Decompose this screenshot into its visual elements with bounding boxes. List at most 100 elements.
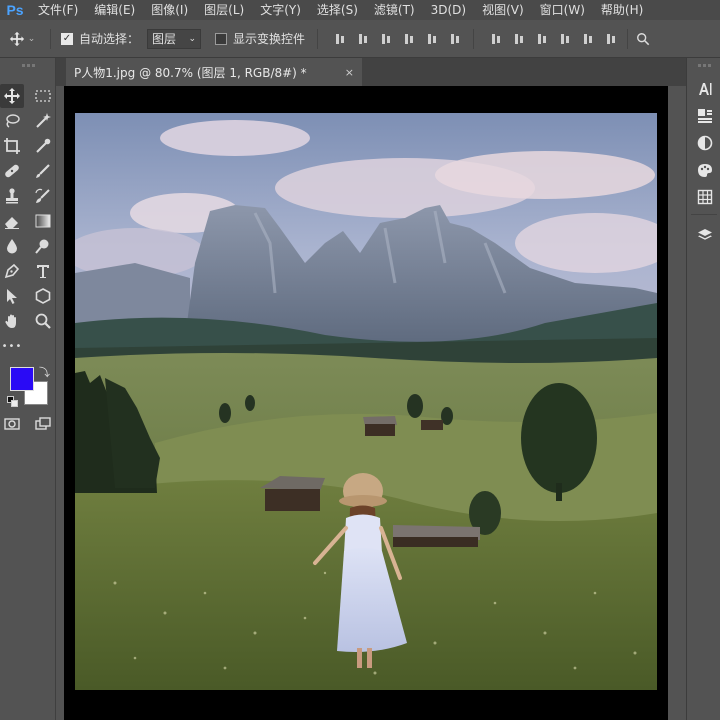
screen-mode-button[interactable] (31, 412, 55, 436)
document-tab-bar: P人物1.jpg @ 80.7% (图层 1, RGB/8#) * × (56, 58, 686, 86)
edit-toolbar-icon[interactable]: ••• (0, 334, 24, 358)
quick-mask-button[interactable] (0, 412, 24, 436)
divider (627, 28, 629, 49)
menu-type[interactable]: 文字(Y) (252, 0, 309, 20)
rectangle-marquee-icon (35, 90, 51, 102)
shape-tool[interactable] (31, 284, 55, 308)
pen-tool[interactable] (0, 259, 24, 283)
distribute-top-icon[interactable] (490, 33, 502, 45)
divider (473, 28, 475, 49)
clone-stamp-tool[interactable] (0, 184, 24, 208)
lasso-tool[interactable] (0, 109, 24, 133)
eyedropper-tool[interactable] (31, 134, 55, 158)
menu-edit[interactable]: 编辑(E) (86, 0, 143, 20)
panel-grip[interactable] (0, 64, 56, 74)
landscape-photo (75, 113, 657, 690)
healing-brush-tool[interactable] (0, 159, 24, 183)
auto-select-target-value: 图层 (152, 32, 177, 46)
tools-panel: ••• ⤵ (0, 58, 56, 720)
show-transform-checkbox[interactable] (215, 32, 228, 45)
default-colors-icon[interactable] (7, 396, 19, 408)
move-icon (4, 88, 20, 104)
align-right-icon[interactable] (449, 33, 461, 45)
type-tool[interactable] (31, 259, 55, 283)
menu-help[interactable]: 帮助(H) (593, 0, 651, 20)
align-left-icon[interactable] (403, 33, 415, 45)
document-canvas[interactable] (75, 113, 657, 690)
move-tool[interactable] (0, 84, 24, 108)
distribute-horizontal-center-icon[interactable] (582, 33, 594, 45)
brush-icon (36, 164, 50, 178)
close-icon[interactable]: × (345, 66, 354, 79)
photoshop-window: Ps 文件(F) 编辑(E) 图像(I) 图层(L) 文字(Y) 选择(S) 滤… (0, 0, 720, 720)
menu-filter[interactable]: 滤镜(T) (366, 0, 423, 20)
gradient-icon (35, 214, 51, 228)
align-vertical-center-icon[interactable] (357, 33, 369, 45)
hand-icon (5, 314, 16, 328)
palette-icon (698, 164, 712, 177)
layers-panel-button[interactable] (696, 226, 714, 244)
foreground-color-swatch[interactable] (10, 367, 34, 391)
panel-grip[interactable] (687, 64, 720, 70)
history-brush-tool[interactable] (31, 184, 55, 208)
adjustments-panel-button[interactable] (696, 134, 714, 152)
distribute-left-icon[interactable] (559, 33, 571, 45)
crop-icon (4, 138, 20, 154)
panel-dock (686, 58, 720, 720)
gradient-tool[interactable] (31, 209, 55, 233)
menu-file[interactable]: 文件(F) (30, 0, 86, 20)
hand-tool[interactable] (0, 309, 24, 333)
tool-preset-picker[interactable]: ⌄ (0, 20, 44, 58)
distribute-right-icon[interactable] (605, 33, 617, 45)
distribute-bottom-icon[interactable] (536, 33, 548, 45)
crop-tool[interactable] (0, 134, 24, 158)
align-top-icon[interactable] (334, 33, 346, 45)
magic-wand-tool[interactable] (31, 109, 55, 133)
type-icon (37, 265, 49, 278)
menu-image[interactable]: 图像(I) (143, 0, 196, 20)
droplet-icon (7, 239, 17, 254)
bandage-icon (5, 164, 19, 178)
marquee-tool[interactable] (31, 84, 55, 108)
dodge-icon (35, 239, 49, 254)
zoom-tool[interactable] (31, 309, 55, 333)
paragraph-style-icon (698, 109, 712, 123)
lasso-icon (6, 114, 20, 128)
menu-layer[interactable]: 图层(L) (196, 0, 252, 20)
document-tab[interactable]: P人物1.jpg @ 80.7% (图层 1, RGB/8#) * × (66, 58, 362, 86)
show-transform-label: 显示变换控件 (233, 32, 306, 46)
grid-icon (697, 189, 713, 205)
menu-select[interactable]: 选择(S) (309, 0, 366, 20)
distribute-buttons (490, 33, 617, 45)
canvas-area[interactable] (64, 86, 668, 720)
align-bottom-icon[interactable] (380, 33, 392, 45)
distribute-vertical-center-icon[interactable] (513, 33, 525, 45)
auto-select-target-dropdown[interactable]: 图层 ⌄ (147, 28, 202, 49)
eyedropper-icon (36, 138, 51, 153)
paragraph-panel-button[interactable] (696, 107, 714, 125)
screen-mode-icon (35, 417, 51, 430)
swap-colors-icon[interactable]: ⤵ (39, 364, 50, 380)
layers-icon (698, 229, 712, 240)
dodge-tool[interactable] (31, 234, 55, 258)
brush-tool[interactable] (31, 159, 55, 183)
align-horizontal-center-icon[interactable] (426, 33, 438, 45)
divider (691, 214, 717, 215)
auto-select-checkbox[interactable]: ✓ (61, 32, 73, 45)
search-icon[interactable] (636, 32, 650, 46)
menu-3d[interactable]: 3D(D) (423, 0, 474, 20)
swatches-panel-button[interactable] (696, 161, 714, 179)
menu-view[interactable]: 视图(V) (474, 0, 532, 20)
arrow-cursor-icon (7, 289, 17, 304)
eraser-icon (5, 217, 19, 229)
magnifier-icon (35, 313, 51, 329)
eraser-tool[interactable] (0, 209, 24, 233)
path-selection-tool[interactable] (0, 284, 24, 308)
character-panel-button[interactable] (696, 80, 714, 98)
history-brush-icon (35, 188, 50, 203)
options-bar: ⌄ ✓ 自动选择： 图层 ⌄ 显示变换控件 (0, 20, 720, 58)
patterns-panel-button[interactable] (696, 188, 714, 206)
menu-window[interactable]: 窗口(W) (532, 0, 593, 20)
blur-tool[interactable] (0, 234, 24, 258)
document-tab-title: P人物1.jpg @ 80.7% (图层 1, RGB/8#) * (74, 65, 307, 80)
